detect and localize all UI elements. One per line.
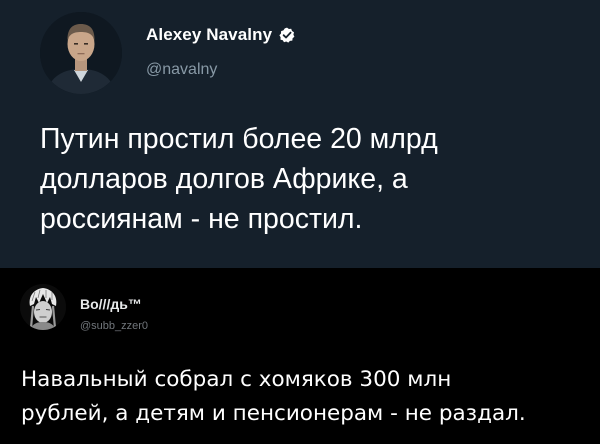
verified-badge-icon — [279, 27, 295, 43]
author-name-row: Alexey Navalny — [146, 23, 295, 47]
tweet-card-navalny[interactable]: Alexey Navalny @navalny Путин простил бо… — [0, 0, 600, 268]
tweet-card-reply[interactable]: Во///дь™ @subb_zzer0 Навальный собрал с … — [0, 268, 600, 444]
author-handle[interactable]: @subb_zzer0 — [80, 320, 148, 332]
author-handle[interactable]: @navalny — [146, 61, 217, 79]
avatar-photo-icon[interactable] — [40, 12, 122, 94]
tweet-text: Путин простил более 20 млрд долларов дол… — [40, 119, 560, 239]
screenshot-canvas: Alexey Navalny @navalny Путин простил бо… — [0, 0, 600, 444]
tweet-text: Навальный собрал с хомяков 300 млн рубле… — [21, 363, 596, 431]
tweet-text-line: долларов долгов Африке, а — [40, 163, 408, 195]
avatar-sketch-icon[interactable] — [20, 284, 66, 330]
author-display-name[interactable]: Alexey Navalny — [146, 25, 272, 45]
author-display-name[interactable]: Во///дь™ — [80, 296, 142, 312]
tweet-text-line: Навальный собрал с хомяков 300 млн — [21, 367, 452, 392]
tweet-text-line: рублей, а детям и пенсионерам - не разда… — [21, 401, 526, 426]
tweet-text-line: Путин простил более 20 млрд — [40, 123, 438, 155]
tweet-text-line: россиянам - не простил. — [40, 203, 363, 235]
